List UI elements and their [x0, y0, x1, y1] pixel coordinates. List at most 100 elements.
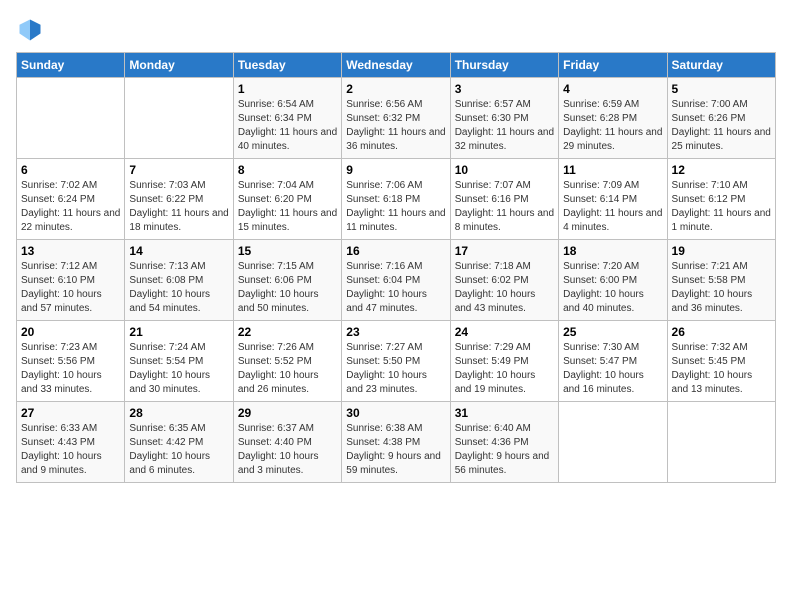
- calendar-cell: 14 Sunrise: 7:13 AM Sunset: 6:08 PM Dayli…: [125, 240, 233, 321]
- day-number: 10: [455, 163, 554, 177]
- day-info: Sunrise: 6:38 AM Sunset: 4:38 PM Dayligh…: [346, 422, 445, 478]
- day-number: 23: [346, 325, 445, 339]
- day-header-friday: Friday: [559, 53, 667, 78]
- calendar-cell: [667, 402, 775, 483]
- day-number: 2: [346, 82, 445, 96]
- day-info: Sunrise: 7:02 AM Sunset: 6:24 PM Dayligh…: [21, 179, 120, 235]
- day-number: 1: [238, 82, 337, 96]
- calendar-cell: 18 Sunrise: 7:20 AM Sunset: 6:00 PM Dayli…: [559, 240, 667, 321]
- day-number: 26: [672, 325, 771, 339]
- week-row-3: 13 Sunrise: 7:12 AM Sunset: 6:10 PM Dayli…: [17, 240, 776, 321]
- day-info: Sunrise: 7:27 AM Sunset: 5:50 PM Dayligh…: [346, 341, 445, 397]
- day-info: Sunrise: 7:29 AM Sunset: 5:49 PM Dayligh…: [455, 341, 554, 397]
- day-number: 13: [21, 244, 120, 258]
- day-info: Sunrise: 6:33 AM Sunset: 4:43 PM Dayligh…: [21, 422, 120, 478]
- day-number: 27: [21, 406, 120, 420]
- day-info: Sunrise: 7:20 AM Sunset: 6:00 PM Dayligh…: [563, 260, 662, 316]
- calendar-cell: 3 Sunrise: 6:57 AM Sunset: 6:30 PM Daylig…: [450, 78, 558, 159]
- calendar-cell: 5 Sunrise: 7:00 AM Sunset: 6:26 PM Daylig…: [667, 78, 775, 159]
- calendar-cell: 26 Sunrise: 7:32 AM Sunset: 5:45 PM Dayli…: [667, 321, 775, 402]
- day-info: Sunrise: 6:54 AM Sunset: 6:34 PM Dayligh…: [238, 98, 337, 154]
- day-info: Sunrise: 6:35 AM Sunset: 4:42 PM Dayligh…: [129, 422, 228, 478]
- calendar-cell: 23 Sunrise: 7:27 AM Sunset: 5:50 PM Dayli…: [342, 321, 450, 402]
- day-info: Sunrise: 7:06 AM Sunset: 6:18 PM Dayligh…: [346, 179, 445, 235]
- calendar-cell: 4 Sunrise: 6:59 AM Sunset: 6:28 PM Daylig…: [559, 78, 667, 159]
- day-info: Sunrise: 6:57 AM Sunset: 6:30 PM Dayligh…: [455, 98, 554, 154]
- week-row-2: 6 Sunrise: 7:02 AM Sunset: 6:24 PM Daylig…: [17, 159, 776, 240]
- day-number: 14: [129, 244, 228, 258]
- calendar-cell: 15Sunrise: 7:15 AM Sunset: 6:06 PM Dayli…: [233, 240, 341, 321]
- day-number: 9: [346, 163, 445, 177]
- day-number: 12: [672, 163, 771, 177]
- calendar-cell: 22Sunrise: 7:26 AM Sunset: 5:52 PM Dayli…: [233, 321, 341, 402]
- week-row-5: 27 Sunrise: 6:33 AM Sunset: 4:43 PM Dayli…: [17, 402, 776, 483]
- days-header-row: SundayMondayTuesdayWednesdayThursdayFrid…: [17, 53, 776, 78]
- calendar-cell: [17, 78, 125, 159]
- day-header-monday: Monday: [125, 53, 233, 78]
- day-number: 18: [563, 244, 662, 258]
- day-info: Sunrise: 7:12 AM Sunset: 6:10 PM Dayligh…: [21, 260, 120, 316]
- calendar-cell: [559, 402, 667, 483]
- day-header-saturday: Saturday: [667, 53, 775, 78]
- calendar-cell: [125, 78, 233, 159]
- day-info: Sunrise: 7:24 AM Sunset: 5:54 PM Dayligh…: [129, 341, 228, 397]
- day-number: 5: [672, 82, 771, 96]
- calendar-cell: 27 Sunrise: 6:33 AM Sunset: 4:43 PM Dayli…: [17, 402, 125, 483]
- day-number: 31: [455, 406, 554, 420]
- day-number: 7: [129, 163, 228, 177]
- calendar-cell: 30 Sunrise: 6:38 AM Sunset: 4:38 PM Dayli…: [342, 402, 450, 483]
- day-info: Sunrise: 7:13 AM Sunset: 6:08 PM Dayligh…: [129, 260, 228, 316]
- calendar-cell: 8 Sunrise: 7:04 AM Sunset: 6:20 PM Daylig…: [233, 159, 341, 240]
- day-number: 4: [563, 82, 662, 96]
- calendar-cell: 29 Sunrise: 6:37 AM Sunset: 4:40 PM Dayli…: [233, 402, 341, 483]
- calendar-cell: 21 Sunrise: 7:24 AM Sunset: 5:54 PM Dayli…: [125, 321, 233, 402]
- day-info: Sunrise: 6:56 AM Sunset: 6:32 PM Dayligh…: [346, 98, 445, 154]
- day-number: 28: [129, 406, 228, 420]
- calendar-cell: 6 Sunrise: 7:02 AM Sunset: 6:24 PM Daylig…: [17, 159, 125, 240]
- calendar-cell: 25Sunrise: 7:30 AM Sunset: 5:47 PM Dayli…: [559, 321, 667, 402]
- calendar-table: SundayMondayTuesdayWednesdayThursdayFrid…: [16, 52, 776, 483]
- day-info: Sunrise: 7:04 AM Sunset: 6:20 PM Dayligh…: [238, 179, 337, 235]
- day-info: Sunrise: 7:00 AM Sunset: 6:26 PM Dayligh…: [672, 98, 771, 154]
- calendar-cell: 1 Sunrise: 6:54 AM Sunset: 6:34 PM Daylig…: [233, 78, 341, 159]
- day-number: 16: [346, 244, 445, 258]
- day-number: 11: [563, 163, 662, 177]
- day-info: Sunrise: 7:15 AM Sunset: 6:06 PM Dayligh…: [238, 260, 337, 316]
- day-info: Sunrise: 6:59 AM Sunset: 6:28 PM Dayligh…: [563, 98, 662, 154]
- day-number: 21: [129, 325, 228, 339]
- week-row-1: 1 Sunrise: 6:54 AM Sunset: 6:34 PM Daylig…: [17, 78, 776, 159]
- day-number: 29: [238, 406, 337, 420]
- calendar-cell: 19 Sunrise: 7:21 AM Sunset: 5:58 PM Dayli…: [667, 240, 775, 321]
- day-info: Sunrise: 7:32 AM Sunset: 5:45 PM Dayligh…: [672, 341, 771, 397]
- day-number: 24: [455, 325, 554, 339]
- calendar-cell: 9 Sunrise: 7:06 AM Sunset: 6:18 PM Daylig…: [342, 159, 450, 240]
- day-info: Sunrise: 7:09 AM Sunset: 6:14 PM Dayligh…: [563, 179, 662, 235]
- day-header-sunday: Sunday: [17, 53, 125, 78]
- calendar-cell: 13 Sunrise: 7:12 AM Sunset: 6:10 PM Dayli…: [17, 240, 125, 321]
- logo-icon: [16, 16, 44, 44]
- logo: [16, 16, 48, 44]
- day-info: Sunrise: 7:30 AM Sunset: 5:47 PM Dayligh…: [563, 341, 662, 397]
- page-header: [16, 16, 776, 44]
- day-info: Sunrise: 7:18 AM Sunset: 6:02 PM Dayligh…: [455, 260, 554, 316]
- day-number: 3: [455, 82, 554, 96]
- day-number: 19: [672, 244, 771, 258]
- day-info: Sunrise: 7:10 AM Sunset: 6:12 PM Dayligh…: [672, 179, 771, 235]
- calendar-cell: 12 Sunrise: 7:10 AM Sunset: 6:12 PM Dayli…: [667, 159, 775, 240]
- day-number: 8: [238, 163, 337, 177]
- day-number: 20: [21, 325, 120, 339]
- calendar-cell: 31 Sunrise: 6:40 AM Sunset: 4:36 PM Dayli…: [450, 402, 558, 483]
- day-info: Sunrise: 6:40 AM Sunset: 4:36 PM Dayligh…: [455, 422, 554, 478]
- day-info: Sunrise: 7:16 AM Sunset: 6:04 PM Dayligh…: [346, 260, 445, 316]
- day-info: Sunrise: 7:03 AM Sunset: 6:22 PM Dayligh…: [129, 179, 228, 235]
- day-info: Sunrise: 6:37 AM Sunset: 4:40 PM Dayligh…: [238, 422, 337, 478]
- day-number: 30: [346, 406, 445, 420]
- day-header-thursday: Thursday: [450, 53, 558, 78]
- calendar-cell: 10Sunrise: 7:07 AM Sunset: 6:16 PM Dayli…: [450, 159, 558, 240]
- calendar-cell: 20Sunrise: 7:23 AM Sunset: 5:56 PM Dayli…: [17, 321, 125, 402]
- calendar-cell: 24 Sunrise: 7:29 AM Sunset: 5:49 PM Dayli…: [450, 321, 558, 402]
- day-info: Sunrise: 7:21 AM Sunset: 5:58 PM Dayligh…: [672, 260, 771, 316]
- day-info: Sunrise: 7:26 AM Sunset: 5:52 PM Dayligh…: [238, 341, 337, 397]
- day-number: 6: [21, 163, 120, 177]
- calendar-cell: 2 Sunrise: 6:56 AM Sunset: 6:32 PM Daylig…: [342, 78, 450, 159]
